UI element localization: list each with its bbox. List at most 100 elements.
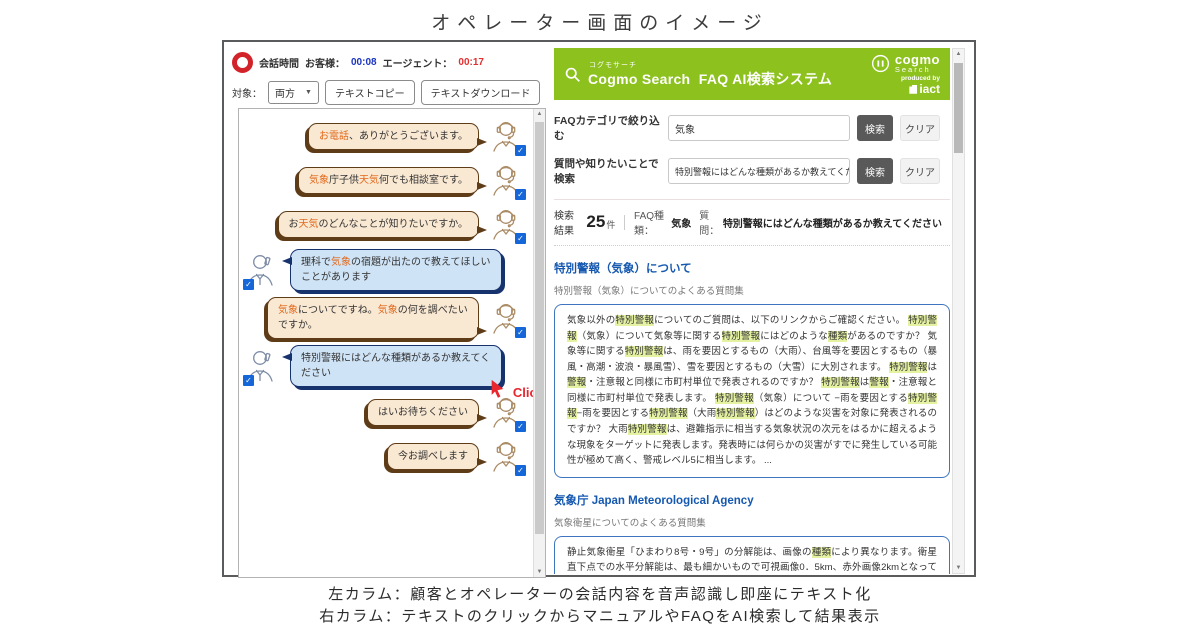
panel-scrollbar[interactable]: ▲ ▼ [952, 48, 965, 574]
message-checkbox[interactable]: ✓ [243, 279, 254, 290]
faq-type-value: 気象 [671, 215, 691, 230]
chat-scrollbar[interactable]: ▲ ▼ [533, 109, 545, 577]
scroll-down-icon[interactable]: ▼ [953, 565, 964, 571]
question-search-button[interactable]: 検索 [857, 158, 893, 184]
system-name: FAQ AI検索システム [699, 71, 832, 87]
chevron-down-icon: ▼ [305, 89, 312, 96]
question-value: 特別警報にはどんな種類があるか教えてください [723, 215, 942, 230]
customer-time-label: お客様： [305, 55, 345, 70]
cogmo-logo-block: cogmo Search produced by iact [870, 53, 940, 96]
chat-message: はいお待ちください ✓ [244, 393, 525, 431]
target-select-value: 両方 [275, 85, 295, 100]
faq-category-label: FAQカテゴリで絞り込む [554, 113, 668, 143]
result-body: 静止気象衛星「ひまわり8号・9号」の分解能は、画像の種類により異なります。衛星直… [554, 536, 950, 574]
result-summary: 検索結果 25 件 FAQ種類： 気象 質問： 特別警報にはどんな種類があるか教… [554, 207, 950, 237]
question-search-row: 質問や知りたいことで検索 特別警報にはどんな種類があるか教えてください 検索 ク… [554, 156, 950, 186]
operator-bubble[interactable]: はいお待ちください [367, 399, 479, 426]
text-copy-button[interactable]: テキストコピー [325, 80, 415, 105]
message-checkbox[interactable]: ✓ [515, 465, 526, 476]
operator-avatar: ✓ [489, 117, 525, 155]
faq-category-clear-button[interactable]: クリア [900, 115, 940, 141]
customer-bubble[interactable]: 理科で気象の宿題が出たので教えてほしいことがあります [290, 249, 502, 291]
scroll-up-icon[interactable]: ▲ [953, 51, 964, 57]
target-select[interactable]: 両方 ▼ [268, 81, 319, 104]
operator-bubble[interactable]: 気象庁子供天気何でも相談室です。 [298, 167, 479, 194]
question-search-input[interactable]: 特別警報にはどんな種類があるか教えてください [668, 158, 850, 184]
cogmo-logo-icon [870, 53, 891, 74]
logo-sub-text: Search [895, 66, 940, 74]
page-title: オペレーター画面のイメージ [0, 8, 1200, 35]
divider [554, 245, 950, 246]
operator-bubble[interactable]: 今お調べします [387, 443, 479, 470]
operator-bubble[interactable]: お天気のどんなことが知りたいですか。 [278, 211, 480, 238]
message-checkbox[interactable]: ✓ [515, 189, 526, 200]
chat-message: お電話、ありがとうございます。 ✓ [244, 117, 525, 155]
divider [624, 215, 625, 230]
brand-en: Cogmo Search [588, 71, 690, 87]
operator-avatar: ✓ [489, 299, 525, 337]
cogmo-brand-block: コグモサーチ Cogmo Search FAQ AI検索システム [588, 60, 832, 89]
result-count-value: 25 [586, 212, 605, 232]
faq-category-search-button[interactable]: 検索 [857, 115, 893, 141]
search-icon [564, 66, 581, 83]
divider [554, 199, 950, 200]
call-status-bar: 会話時間 お客様： 00:08 エージェント： 00:17 [232, 50, 546, 74]
message-checkbox[interactable]: ✓ [515, 327, 526, 338]
scroll-down-icon[interactable]: ▼ [534, 569, 545, 575]
target-label: 対象： [232, 85, 262, 100]
time-label: 会話時間 [259, 55, 299, 70]
message-checkbox[interactable]: ✓ [515, 421, 526, 432]
faq-type-label: FAQ種類： [634, 207, 668, 237]
faq-result-item: 気象庁 Japan Meteorological Agency 気象衛星について… [554, 491, 950, 574]
result-subtitle: 気象衛星についてのよくある質問集 [554, 515, 950, 529]
faq-category-input[interactable]: 気象 [668, 115, 850, 141]
result-count-unit: 件 [606, 218, 615, 231]
faq-result-item: 特別警報（気象）について 特別警報（気象）についてのよくある質問集 気象以外の特… [554, 259, 950, 478]
message-checkbox[interactable]: ✓ [515, 233, 526, 244]
customer-avatar: ✓ [244, 347, 280, 385]
chat-message: お天気のどんなことが知りたいですか。 ✓ [244, 205, 525, 243]
customer-bubble-clicked[interactable]: 特別警報にはどんな種類があるか教えてください [290, 345, 502, 387]
agent-time-value: 00:17 [458, 57, 484, 68]
scroll-up-icon[interactable]: ▲ [534, 111, 545, 117]
message-checkbox[interactable]: ✓ [515, 145, 526, 156]
chat-transcript-panel: お電話、ありがとうございます。 ✓ 気象庁子供天気何で [238, 108, 546, 578]
question-search-label: 質問や知りたいことで検索 [554, 156, 668, 186]
faq-category-filter-row: FAQカテゴリで絞り込む 気象 検索 クリア [554, 113, 950, 143]
customer-time-value: 00:08 [351, 57, 377, 68]
operator-avatar: ✓ [489, 205, 525, 243]
record-button[interactable] [232, 52, 253, 73]
cogmo-header: コグモサーチ Cogmo Search FAQ AI検索システム cogmo S… [554, 48, 950, 100]
operator-avatar: ✓ [489, 437, 525, 475]
chat-message: 今お調べします ✓ [244, 437, 525, 475]
cogmo-header-left: コグモサーチ Cogmo Search FAQ AI検索システム [564, 60, 832, 89]
chat-messages: お電話、ありがとうございます。 ✓ 気象庁子供天気何で [244, 117, 525, 475]
page: オペレーター画面のイメージ 会話時間 お客様： 00:08 エージェント： 00… [0, 0, 1200, 630]
operator-screen-frame: 会話時間 お客様： 00:08 エージェント： 00:17 対象： 両方 ▼ テ… [222, 40, 976, 577]
figure-captions: 左カラム：顧客とオペレーターの会話内容を音声認識し即座にテキスト化 右カラム：テ… [0, 584, 1200, 628]
question-label: 質問： [699, 207, 720, 237]
result-title-link[interactable]: 気象庁 Japan Meteorological Agency [554, 492, 754, 508]
customer-avatar: ✓ [244, 251, 280, 289]
result-body: 気象以外の特別警報についてのご質問は、以下のリンクからご確認ください。 特別警報… [554, 304, 950, 478]
result-title-link[interactable]: 特別警報（気象）について [554, 260, 692, 276]
brand-ruby: コグモサーチ [589, 60, 637, 70]
faq-search-panel: コグモサーチ Cogmo Search FAQ AI検索システム cogmo S… [554, 48, 950, 574]
question-clear-button[interactable]: クリア [900, 158, 940, 184]
panel-scrollbar-thumb[interactable] [954, 63, 963, 153]
agent-time-label: エージェント： [383, 55, 453, 70]
result-count-label: 検索結果 [554, 207, 581, 237]
operator-bubble[interactable]: お電話、ありがとうございます。 [308, 123, 479, 150]
chat-scrollbar-thumb[interactable] [535, 122, 544, 534]
chat-message: 気象についてですね。気象の何を調べたいですか。 ✓ [244, 297, 525, 339]
operator-avatar: ✓ [489, 393, 525, 431]
iact-brand-text: iact [919, 83, 940, 95]
text-download-button[interactable]: テキストダウンロード [421, 80, 541, 105]
message-checkbox[interactable]: ✓ [243, 375, 254, 386]
chat-message: ✓ 理科で気象の宿題が出たので教えてほしいことがあります [244, 249, 525, 291]
chat-message: 気象庁子供天気何でも相談室です。 ✓ [244, 161, 525, 199]
caption-left-column: 左カラム：顧客とオペレーターの会話内容を音声認識し即座にテキスト化 [0, 584, 1200, 606]
operator-bubble[interactable]: 気象についてですね。気象の何を調べたいですか。 [267, 297, 479, 339]
caption-right-column: 右カラム：テキストのクリックからマニュアルやFAQをAI検索して結果表示 [0, 606, 1200, 628]
iact-logo-icon [909, 85, 917, 94]
